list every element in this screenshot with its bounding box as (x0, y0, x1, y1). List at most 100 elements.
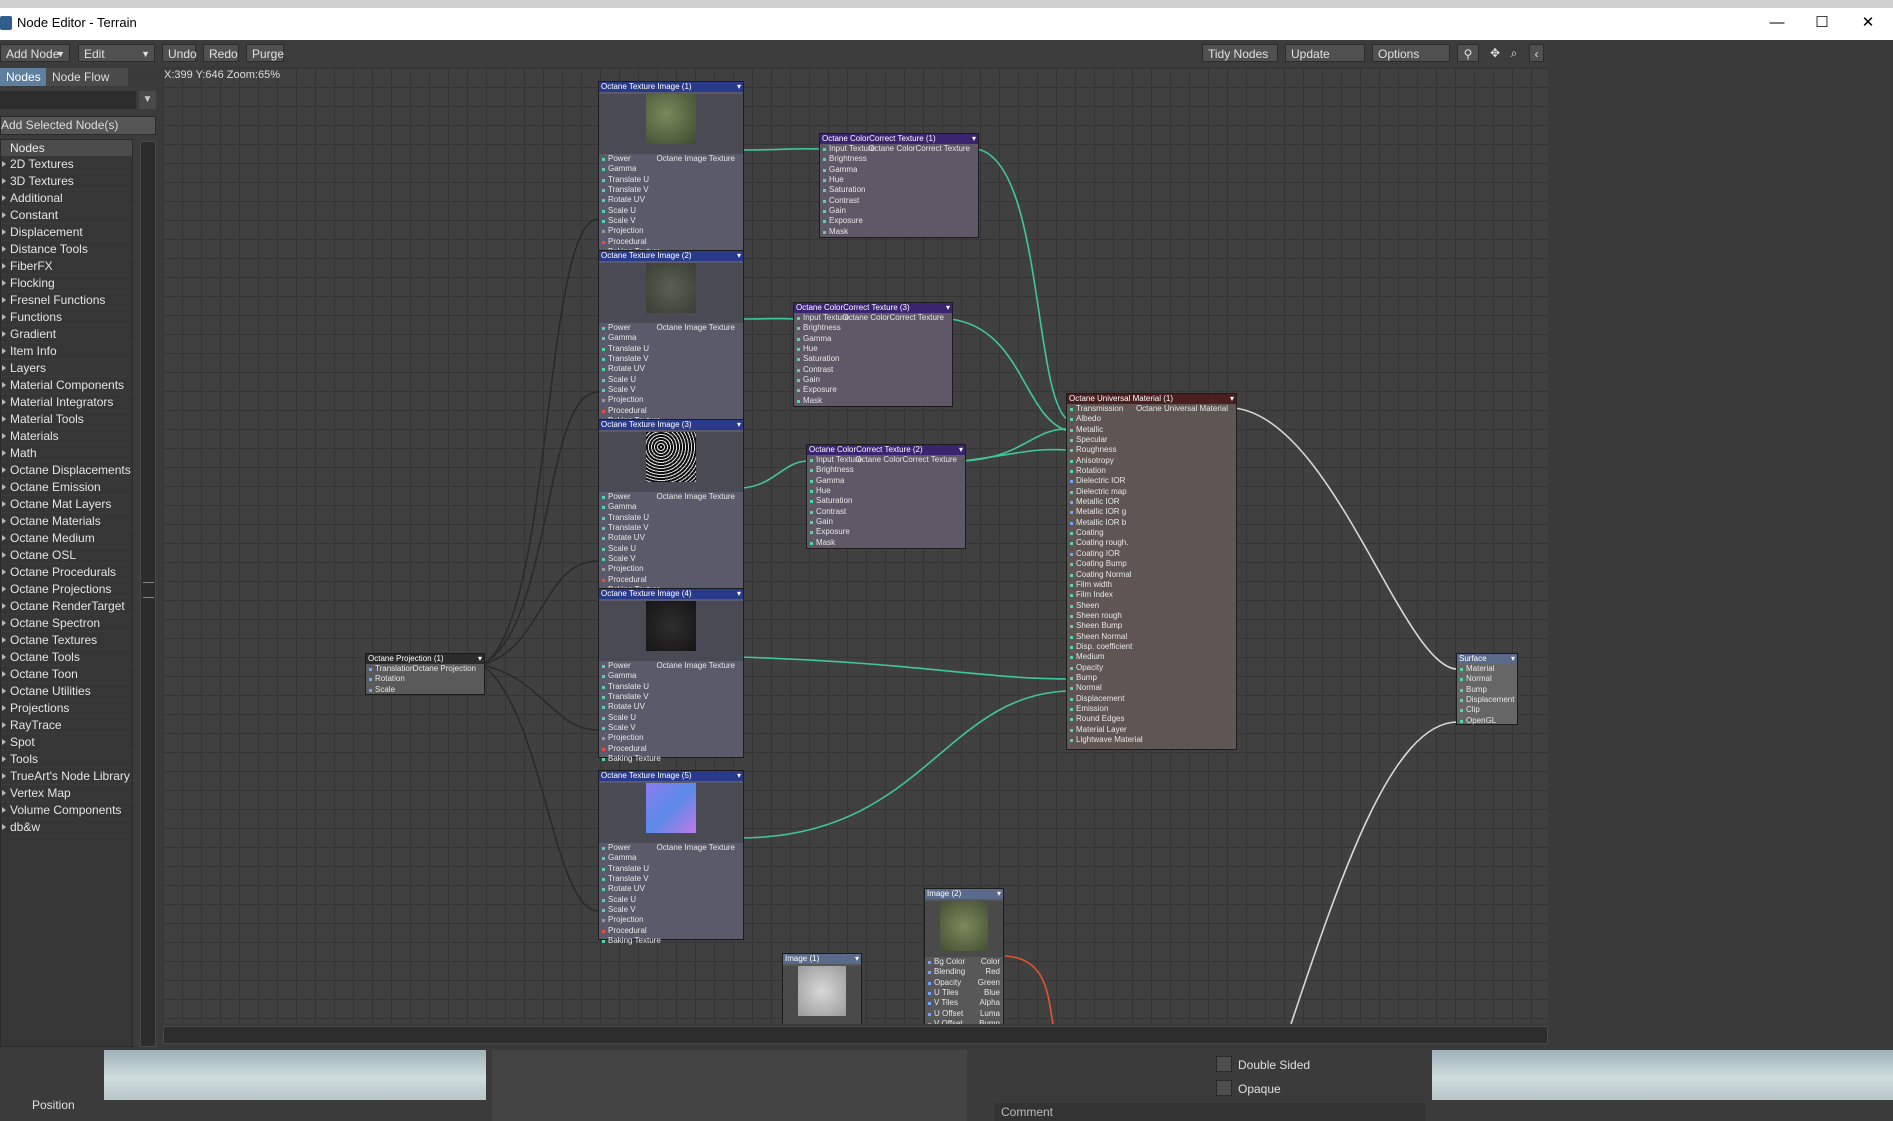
node-input-port[interactable]: Procedural (599, 237, 743, 247)
node-category-item[interactable]: Displacement (1, 224, 132, 241)
purge-button[interactable]: Purge (246, 44, 284, 62)
node-input-port[interactable]: Power (599, 661, 743, 671)
node-input-port[interactable]: Scale U (599, 895, 743, 905)
options-button[interactable]: Options (1372, 44, 1450, 62)
node-input-port[interactable]: Albedo (1067, 414, 1236, 424)
node-category-item[interactable]: Volume Components (1, 802, 132, 819)
add-node-dropdown[interactable]: Add Node ▼ (0, 44, 70, 62)
node-canvas[interactable]: Octane Texture Image (1) Octane Image Te… (163, 68, 1548, 1024)
node-input-port[interactable]: Rotate UV (599, 533, 743, 543)
node-octane-projection[interactable]: Octane Projection (1) Octane Projection … (365, 653, 485, 695)
node-input-port[interactable]: Sheen (1067, 601, 1236, 611)
node-category-item[interactable]: Octane OSL (1, 547, 132, 564)
node-input-port[interactable]: Rotation (366, 674, 484, 684)
node-output-port[interactable]: Alpha (978, 998, 1000, 1008)
node-category-item[interactable]: Octane Displacements (1, 462, 132, 479)
node-input-port[interactable]: Material (1457, 664, 1517, 674)
node-input-port[interactable]: Contrast (807, 507, 965, 517)
node-input-port[interactable]: Exposure (807, 527, 965, 537)
node-category-item[interactable]: Spot (1, 734, 132, 751)
node-texture-image-2[interactable]: Octane Texture Image (2) Octane Image Te… (598, 250, 744, 425)
node-category-item[interactable]: Constant (1, 207, 132, 224)
node-input-port[interactable]: Exposure (820, 216, 978, 226)
node-input-port[interactable]: Film width (1067, 580, 1236, 590)
node-input-port[interactable]: Power (599, 323, 743, 333)
node-texture-image-4[interactable]: Octane Texture Image (4) Octane Image Te… (598, 588, 744, 763)
node-category-item[interactable]: Fresnel Functions (1, 292, 132, 309)
node-input-port[interactable]: Translate V (599, 354, 743, 364)
node-input-port[interactable]: Translate V (599, 692, 743, 702)
node-input-port[interactable]: Metallic IOR g (1067, 507, 1236, 517)
node-input-port[interactable]: Power (599, 154, 743, 164)
node-input-port[interactable]: Sheen Normal (1067, 632, 1236, 642)
node-category-item[interactable]: Octane Tools (1, 649, 132, 666)
node-input-port[interactable]: Sheen rough (1067, 611, 1236, 621)
pin-icon[interactable]: ⚲ (1457, 44, 1479, 62)
node-input-port[interactable]: Procedural (599, 575, 743, 585)
node-input-port[interactable]: Baking Texture (599, 936, 743, 946)
node-category-item[interactable]: Distance Tools (1, 241, 132, 258)
scrollbar-grip[interactable] (143, 582, 154, 598)
node-input-port[interactable]: Metallic IOR (1067, 497, 1236, 507)
node-input-port[interactable]: Scale U (599, 713, 743, 723)
node-input-port[interactable]: Mask (820, 227, 978, 237)
node-texture-image-5[interactable]: Octane Texture Image (5) Octane Image Te… (598, 770, 744, 945)
node-input-port[interactable]: Gamma (794, 334, 952, 344)
node-colorcorrect-1[interactable]: Octane ColorCorrect Texture (1) Octane C… (819, 133, 979, 238)
comment-field[interactable]: Comment (995, 1103, 1425, 1121)
node-input-port[interactable]: Lightwave Material (1067, 735, 1236, 745)
node-colorcorrect-3[interactable]: Octane ColorCorrect Texture (3) Octane C… (793, 302, 953, 407)
node-input-port[interactable]: Clip (1457, 705, 1517, 715)
node-input-port[interactable]: Round Edges (1067, 714, 1236, 724)
node-input-port[interactable]: Brightness (807, 465, 965, 475)
node-category-item[interactable]: Octane Spectron (1, 615, 132, 632)
node-surface[interactable]: Surface MaterialNormalBumpDisplacementCl… (1456, 653, 1518, 725)
node-input-port[interactable]: Displacement (1067, 694, 1236, 704)
node-input-port[interactable]: Dielectric map (1067, 487, 1236, 497)
maximize-button[interactable]: ☐ (1802, 12, 1842, 34)
node-input-port[interactable]: Scale U (599, 544, 743, 554)
node-output-port[interactable]: Color (978, 957, 1000, 967)
node-category-item[interactable]: Material Tools (1, 411, 132, 428)
node-input-port[interactable]: Translate U (599, 175, 743, 185)
node-input-port[interactable]: Procedural (599, 926, 743, 936)
node-input-port[interactable]: Metallic (1067, 425, 1236, 435)
sidebar-scrollbar[interactable] (140, 141, 156, 1047)
node-input-port[interactable]: Projection (599, 226, 743, 236)
node-image-1[interactable]: Image (1) (782, 953, 862, 1024)
close-button[interactable]: ✕ (1848, 12, 1888, 34)
node-input-port[interactable]: Translate V (599, 523, 743, 533)
node-input-port[interactable]: Power (599, 843, 743, 853)
node-input-port[interactable]: Rotate UV (599, 884, 743, 894)
node-input-port[interactable]: Metallic IOR b (1067, 518, 1236, 528)
node-input-port[interactable]: Saturation (820, 185, 978, 195)
node-input-port[interactable]: Gamma (807, 476, 965, 486)
node-input-port[interactable]: Scale U (599, 206, 743, 216)
node-texture-image-3[interactable]: Octane Texture Image (3) Octane Image Te… (598, 419, 744, 594)
node-output-port[interactable]: Red (978, 967, 1000, 977)
node-output-port[interactable]: Blue (978, 988, 1000, 998)
opaque-checkbox[interactable] (1216, 1080, 1232, 1096)
node-input-port[interactable]: Emission (1067, 704, 1236, 714)
node-input-port[interactable]: Scale V (599, 723, 743, 733)
node-input-port[interactable]: Coating (1067, 528, 1236, 538)
update-button[interactable]: Update (1285, 44, 1365, 62)
node-input-port[interactable]: Scale (366, 685, 484, 695)
add-selected-nodes-button[interactable]: Add Selected Node(s) (0, 116, 156, 135)
node-category-item[interactable]: Octane Medium (1, 530, 132, 547)
node-input-port[interactable]: Coating Bump (1067, 559, 1236, 569)
node-input-port[interactable]: Projection (599, 395, 743, 405)
node-input-port[interactable]: Gamma (599, 502, 743, 512)
node-category-item[interactable]: Octane Materials (1, 513, 132, 530)
node-category-item[interactable]: Octane Procedurals (1, 564, 132, 581)
node-input-port[interactable]: Translate U (599, 682, 743, 692)
tab-nodes[interactable]: Nodes (0, 68, 46, 86)
node-input-port[interactable]: Saturation (807, 496, 965, 506)
node-input-port[interactable]: Rotation (1067, 466, 1236, 476)
node-category-item[interactable]: Flocking (1, 275, 132, 292)
node-input-port[interactable]: Translate U (599, 513, 743, 523)
minimize-button[interactable]: — (1757, 12, 1797, 34)
node-input-port[interactable]: Input Texture (820, 144, 978, 154)
node-input-port[interactable]: Mask (807, 538, 965, 548)
node-input-port[interactable]: Gamma (599, 333, 743, 343)
